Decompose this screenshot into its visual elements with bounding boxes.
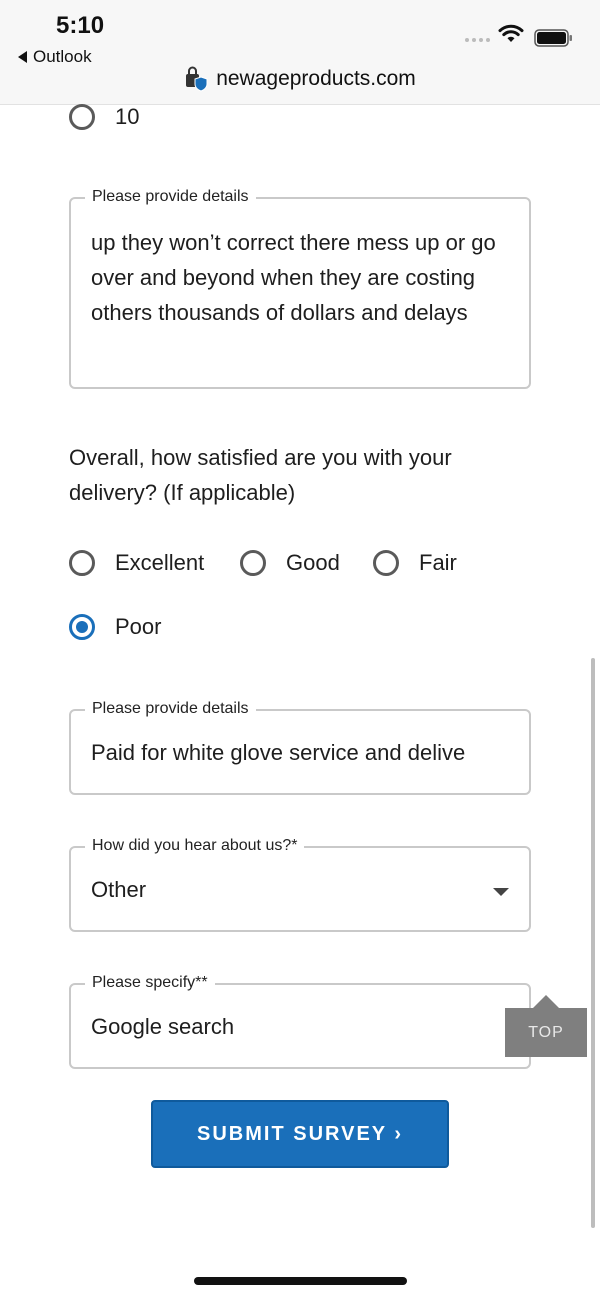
- rating-10-label: 10: [115, 104, 140, 129]
- lock-shield-icon: [186, 66, 208, 92]
- specify-value[interactable]: Google search: [91, 1014, 234, 1040]
- battery-icon: [534, 29, 572, 47]
- details-1-value[interactable]: up they won’t correct there mess up or g…: [91, 225, 516, 330]
- details-2-value[interactable]: Paid for white glove service and delive: [91, 740, 509, 766]
- heard-about-label: How did you hear about us?*: [85, 836, 305, 856]
- fair-label: Fair: [419, 550, 457, 575]
- chevron-down-icon[interactable]: [493, 888, 509, 896]
- details-1-label: Please provide details: [85, 187, 256, 207]
- details-input-2[interactable]: Please provide details Paid for white gl…: [69, 699, 531, 795]
- wifi-icon: [498, 24, 524, 42]
- heard-about-select[interactable]: How did you hear about us?* Other: [69, 836, 531, 932]
- delivery-option-good[interactable]: Good: [240, 550, 340, 576]
- back-triangle-icon: [18, 51, 27, 63]
- scrollbar[interactable]: [591, 658, 595, 1228]
- delivery-option-fair[interactable]: Fair: [373, 550, 457, 576]
- up-arrow-icon[interactable]: [532, 995, 560, 1009]
- back-to-app-link[interactable]: Outlook: [18, 47, 92, 67]
- poor-label: Poor: [115, 614, 162, 639]
- url-text: newageproducts.com: [216, 67, 416, 90]
- status-bar: 5:10 Outlook newageproducts.com: [0, 0, 600, 105]
- good-label: Good: [286, 550, 340, 575]
- poor-radio[interactable]: [69, 614, 95, 640]
- specify-input[interactable]: Please specify** Google search: [69, 973, 531, 1069]
- delivery-option-poor[interactable]: Poor: [69, 614, 161, 640]
- details-textarea-1[interactable]: Please provide details up they won’t cor…: [69, 187, 531, 389]
- delivery-option-excellent[interactable]: Excellent: [69, 550, 204, 576]
- fair-radio[interactable]: [373, 550, 399, 576]
- excellent-radio[interactable]: [69, 550, 95, 576]
- details-2-label: Please provide details: [85, 699, 256, 719]
- rating-option-10[interactable]: 10: [69, 104, 139, 130]
- specify-label: Please specify**: [85, 973, 215, 993]
- clock: 5:10: [56, 12, 105, 39]
- home-indicator[interactable]: [194, 1277, 407, 1285]
- good-radio[interactable]: [240, 550, 266, 576]
- rating-10-radio[interactable]: [69, 104, 95, 130]
- cellular-signal-icon: [465, 38, 490, 42]
- heard-about-value[interactable]: Other: [91, 877, 146, 903]
- back-to-top-button[interactable]: TOP: [505, 1008, 587, 1057]
- delivery-satisfaction-question: Overall, how satisfied are you with your…: [69, 445, 452, 505]
- excellent-label: Excellent: [115, 550, 205, 575]
- submit-survey-button[interactable]: SUBMIT SURVEY ›: [151, 1100, 449, 1168]
- url-bar[interactable]: newageproducts.com: [0, 66, 600, 92]
- back-app-label: Outlook: [33, 47, 92, 66]
